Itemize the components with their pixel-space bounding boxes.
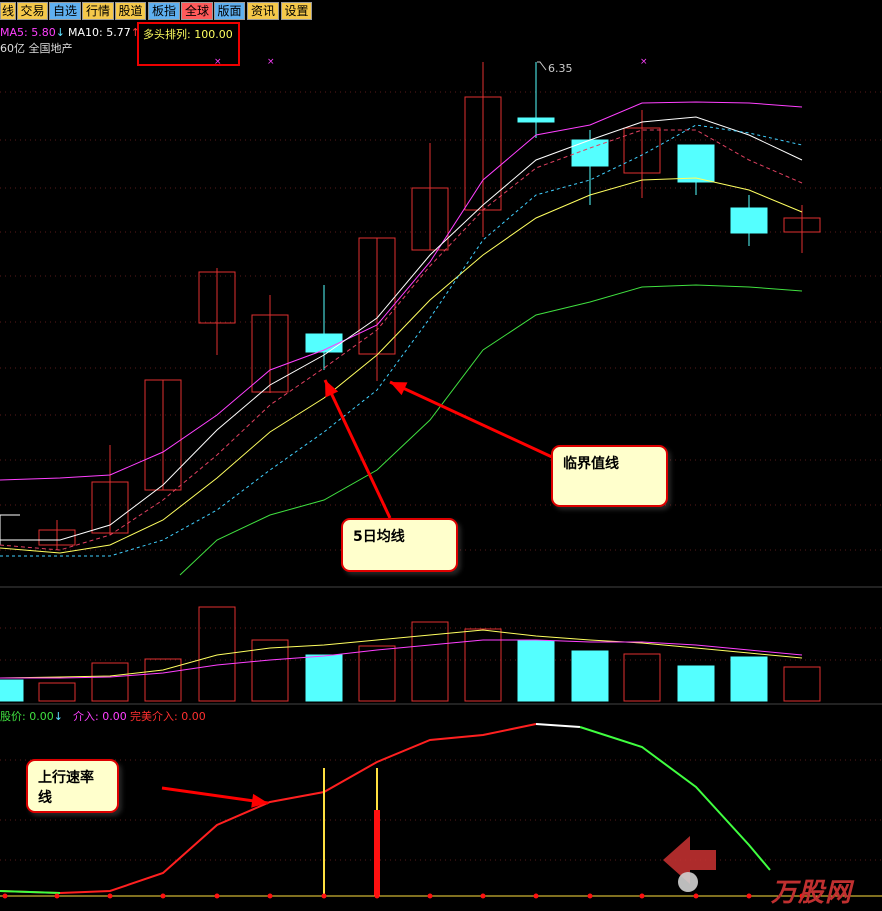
uptrend-rate-top xyxy=(535,723,581,728)
marker-x: × xyxy=(267,57,275,67)
volume-bar xyxy=(198,606,236,702)
critical-value-line xyxy=(0,129,803,551)
baseline-dot xyxy=(267,893,273,899)
ma5-value: MA5: 5.80 xyxy=(0,26,56,39)
volume-bar xyxy=(358,645,396,702)
volume-bar xyxy=(144,658,182,702)
volume-bar xyxy=(91,662,129,702)
candle-body xyxy=(305,333,343,353)
toolbar-item-layout[interactable]: 版面 xyxy=(214,2,245,20)
baseline-dot xyxy=(321,893,327,899)
volume-bar xyxy=(623,653,661,702)
top-toolbar: 线 交易 自选 行情 股道 板指 全球 版面 资讯 设置 xyxy=(0,0,882,22)
baseline-dot xyxy=(693,893,699,899)
toolbar-item-index[interactable]: 板指 xyxy=(148,2,180,20)
toolbar-item-line[interactable]: 线 xyxy=(0,2,16,20)
peak-pointer xyxy=(537,61,547,71)
baseline-dot xyxy=(639,893,645,899)
highlight-box xyxy=(137,22,240,66)
toolbar-item-global[interactable]: 全球 xyxy=(181,2,213,20)
watermark-logo: 万股网 xyxy=(770,878,852,908)
volume-bar xyxy=(571,650,609,702)
baseline-dot xyxy=(160,893,166,899)
uptrend-rate-start xyxy=(0,890,61,894)
toolbar-item-trade[interactable]: 交易 xyxy=(17,2,48,20)
ma10-value: MA10: 5.77 xyxy=(68,26,131,39)
arrow-down-icon: ↓ xyxy=(55,26,65,39)
baseline-dot xyxy=(54,893,60,899)
baseline-dot xyxy=(107,893,113,899)
callout-uptrend-line: 上行速率线 xyxy=(26,759,119,813)
arrow-down-icon: ↓ xyxy=(53,710,63,723)
callout-critical-line: 临界值线 xyxy=(551,445,668,507)
logo-coin-icon xyxy=(678,872,698,892)
volume-bar xyxy=(677,665,715,702)
candle-body xyxy=(677,144,715,183)
stock-summary: 60亿 全国地产 xyxy=(0,42,73,55)
ma10-readout: MA10: 5.77↑ xyxy=(68,26,140,39)
candle-body xyxy=(517,117,555,123)
baseline-dot xyxy=(2,893,8,899)
ma-dashed-cyan-line xyxy=(0,124,803,557)
volume-bar xyxy=(0,679,24,702)
peak-price-label: 6.35 xyxy=(548,62,573,75)
arrow-to-ma5-line xyxy=(323,379,392,519)
baseline-dot xyxy=(746,893,752,899)
ma5-readout: MA5: 5.80↓ xyxy=(0,26,65,39)
baseline-dot xyxy=(214,893,220,899)
baseline-dot xyxy=(587,893,593,899)
toolbar-item-quotes[interactable]: 行情 xyxy=(82,2,114,20)
bottom-price-readout: 股价: 0.00↓ xyxy=(0,708,63,724)
volume-bar xyxy=(251,639,289,702)
volume-bar xyxy=(305,654,343,702)
bottom-perfect-readout: 完美介入: 0.00 xyxy=(130,710,206,723)
volume-bar xyxy=(38,682,76,702)
baseline-dot xyxy=(427,893,433,899)
baseline-dot xyxy=(374,893,380,899)
candle-body xyxy=(730,207,768,234)
volume-bar xyxy=(517,640,555,702)
bottom-intervene-readout: 介入: 0.00 xyxy=(73,710,127,723)
volume-bar xyxy=(730,656,768,702)
toolbar-item-stocks[interactable]: 股道 xyxy=(115,2,146,20)
ma10-line xyxy=(0,177,803,554)
arrow-to-uptrend-line xyxy=(161,786,269,805)
callout-ma5-line: 5日均线 xyxy=(341,518,458,572)
toolbar-item-news[interactable]: 资讯 xyxy=(247,2,279,20)
toolbar-item-settings[interactable]: 设置 xyxy=(281,2,312,20)
volume-bar xyxy=(783,666,821,702)
uptrend-rate-decline xyxy=(579,726,771,871)
chart-canvas: × × × xyxy=(0,57,882,899)
signal-bar-red xyxy=(374,810,380,896)
arrow-to-critical-line xyxy=(389,380,553,459)
toolbar-item-watchlist[interactable]: 自选 xyxy=(49,2,81,20)
baseline-dot xyxy=(480,893,486,899)
marker-x: × xyxy=(640,57,648,67)
baseline-dot xyxy=(533,893,539,899)
bottom-price-value: 股价: 0.00 xyxy=(0,710,54,723)
